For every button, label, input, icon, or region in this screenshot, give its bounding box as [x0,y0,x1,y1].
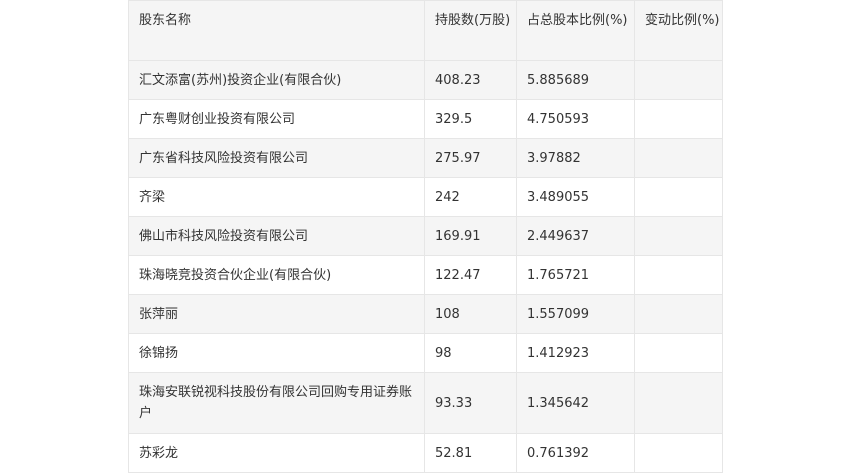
header-share-ratio: 占总股本比例(%) [516,0,635,61]
header-shareholder-name: 股东名称 [128,0,425,61]
cell-share-ratio: 4.750593 [516,99,635,139]
cell-change-ratio [634,99,723,139]
cell-share-ratio: 1.345642 [516,372,635,434]
table-row: 苏彩龙 52.81 0.761392 [128,433,723,473]
cell-share-ratio: 5.885689 [516,60,635,100]
cell-shareholder-name: 珠海安联锐视科技股份有限公司回购专用证券账户 [128,372,425,434]
table-row: 广东省科技风险投资有限公司 275.97 3.97882 [128,138,723,178]
header-change-ratio: 变动比例(%) [634,0,723,61]
cell-change-ratio [634,333,723,373]
cell-shareholder-name: 广东粤财创业投资有限公司 [128,99,425,139]
cell-shares-held: 275.97 [424,138,517,178]
cell-change-ratio [634,60,723,100]
cell-share-ratio: 3.489055 [516,177,635,217]
cell-share-ratio: 1.412923 [516,333,635,373]
cell-shareholder-name: 珠海晓竞投资合伙企业(有限合伙) [128,255,425,295]
cell-share-ratio: 3.97882 [516,138,635,178]
cell-shareholder-name: 广东省科技风险投资有限公司 [128,138,425,178]
cell-shares-held: 122.47 [424,255,517,295]
header-row: 股东名称 持股数(万股) 占总股本比例(%) 变动比例(%) [128,0,723,61]
table-row: 广东粤财创业投资有限公司 329.5 4.750593 [128,99,723,139]
table-row: 珠海安联锐视科技股份有限公司回购专用证券账户 93.33 1.345642 [128,372,723,434]
header-shares-held: 持股数(万股) [424,0,517,61]
cell-change-ratio [634,372,723,434]
table-header: 股东名称 持股数(万股) 占总股本比例(%) 变动比例(%) [128,0,723,61]
table-row: 徐锦扬 98 1.412923 [128,333,723,373]
cell-share-ratio: 0.761392 [516,433,635,473]
cell-shares-held: 98 [424,333,517,373]
cell-shareholder-name: 汇文添富(苏州)投资企业(有限合伙) [128,60,425,100]
cell-shares-held: 408.23 [424,60,517,100]
cell-shareholder-name: 齐梁 [128,177,425,217]
cell-change-ratio [634,294,723,334]
cell-change-ratio [634,138,723,178]
table-row: 珠海晓竞投资合伙企业(有限合伙) 122.47 1.765721 [128,255,723,295]
cell-share-ratio: 1.557099 [516,294,635,334]
cell-change-ratio [634,433,723,473]
cell-shares-held: 52.81 [424,433,517,473]
cell-share-ratio: 1.765721 [516,255,635,295]
table-row: 汇文添富(苏州)投资企业(有限合伙) 408.23 5.885689 [128,60,723,100]
cell-share-ratio: 2.449637 [516,216,635,256]
table-row: 齐梁 242 3.489055 [128,177,723,217]
cell-shareholder-name: 佛山市科技风险投资有限公司 [128,216,425,256]
cell-shares-held: 93.33 [424,372,517,434]
cell-shareholder-name: 张萍丽 [128,294,425,334]
cell-change-ratio [634,216,723,256]
cell-change-ratio [634,255,723,295]
table-row: 佛山市科技风险投资有限公司 169.91 2.449637 [128,216,723,256]
table-row: 张萍丽 108 1.557099 [128,294,723,334]
cell-shareholder-name: 徐锦扬 [128,333,425,373]
cell-change-ratio [634,177,723,217]
cell-shares-held: 242 [424,177,517,217]
shareholder-table: 股东名称 持股数(万股) 占总股本比例(%) 变动比例(%) 汇文添富(苏州)投… [128,0,723,473]
table-body: 汇文添富(苏州)投资企业(有限合伙) 408.23 5.885689 广东粤财创… [128,60,723,473]
cell-shares-held: 329.5 [424,99,517,139]
cell-shareholder-name: 苏彩龙 [128,433,425,473]
cell-shares-held: 169.91 [424,216,517,256]
cell-shares-held: 108 [424,294,517,334]
